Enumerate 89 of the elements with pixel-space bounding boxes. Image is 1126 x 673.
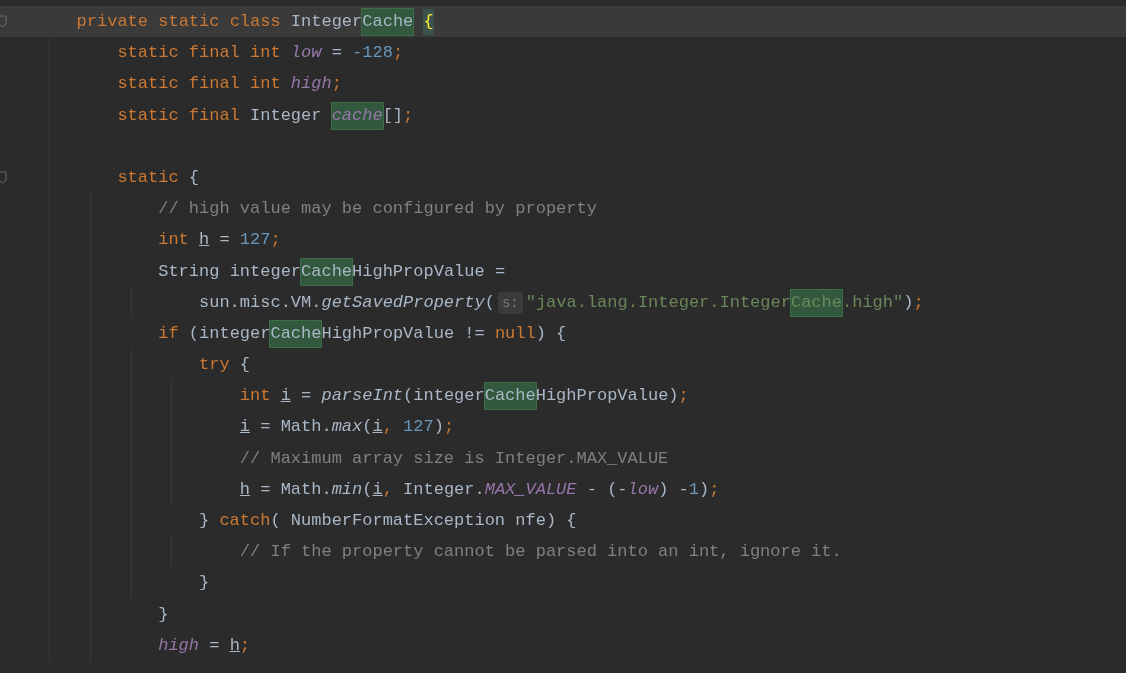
code-text: sun.misc.VM. (199, 291, 322, 314)
code-text: Integer (290, 11, 363, 33)
keyword: static final int (117, 73, 282, 96)
code-text: HighPropValue) (535, 385, 679, 408)
code-text: (integer (403, 385, 485, 408)
punctuation: ; (270, 229, 281, 252)
code-text: ( (362, 478, 373, 501)
search-match: Cache (270, 320, 322, 347)
local-variable: i (280, 385, 291, 408)
punctuation: ; (913, 291, 924, 314)
keyword: static (117, 166, 180, 189)
code-comment: // high value may be configured by property (158, 198, 597, 221)
number-literal: -128 (352, 42, 393, 65)
string-literal: .high" (841, 291, 904, 314)
code-text: = (218, 229, 231, 252)
code-text: } (158, 603, 169, 626)
punctuation: ; (392, 42, 404, 65)
search-match: Cache (301, 258, 353, 285)
code-text: ) { (535, 322, 567, 345)
keyword: null (494, 322, 536, 345)
method-call: max (331, 416, 363, 439)
keyword: static final (117, 104, 241, 127)
code-text: ) (433, 416, 444, 439)
field-name: high (290, 73, 332, 96)
code-text: ) (698, 478, 710, 501)
number-literal: 1 (688, 478, 699, 501)
method-call: getSavedProperty (321, 291, 485, 314)
local-variable: i (239, 416, 251, 439)
code-text: Integer. (403, 478, 485, 501)
search-match: Cache (484, 383, 536, 410)
field-name: MAX_VALUE (484, 478, 577, 501)
code-text: = Math. (259, 416, 332, 439)
local-variable: h (239, 478, 251, 501)
method-call: parseInt (321, 385, 404, 408)
keyword: catch (219, 510, 271, 532)
code-text: (integer (188, 322, 271, 345)
code-text: - (- (585, 478, 628, 501)
keyword: if (158, 322, 180, 345)
code-text: } (199, 510, 211, 532)
keyword: private static class (76, 11, 282, 33)
parameter-hint: s: (497, 291, 523, 314)
code-text: ) - (658, 478, 689, 501)
local-variable: h (199, 229, 210, 252)
field-name: low (290, 42, 322, 65)
code-text: { (239, 354, 251, 377)
code-text: = (208, 634, 221, 657)
search-match: Cache (362, 9, 414, 35)
code-text: { (188, 166, 200, 189)
punctuation: ; (678, 385, 689, 408)
code-text: String integer (158, 260, 302, 283)
keyword: static final int (117, 42, 282, 65)
punctuation: ; (239, 634, 251, 657)
matched-brace: { (423, 9, 434, 35)
number-literal: 127 (239, 229, 271, 252)
punctuation: ; (709, 478, 720, 501)
keyword: int (158, 229, 190, 252)
field-name: low (627, 478, 659, 501)
local-variable: i (372, 416, 383, 439)
code-text: = Math. (259, 478, 332, 501)
punctuation: , (382, 416, 394, 439)
search-match: cache (331, 102, 383, 129)
punctuation: ; (443, 416, 455, 439)
code-text: ( (362, 416, 373, 439)
keyword: int (239, 385, 272, 408)
punctuation: ; (331, 73, 342, 96)
code-text: ) (903, 291, 914, 314)
code-text: } (199, 572, 210, 595)
search-match: Cache (790, 289, 842, 316)
code-text: = (300, 385, 313, 408)
code-text: HighPropValue = (352, 260, 506, 283)
code-text: Integer (250, 104, 323, 127)
fold-marker-icon[interactable] (0, 170, 7, 184)
code-text: ( NumberFormatException nfe) { (270, 510, 577, 532)
punctuation: ; (403, 104, 414, 127)
method-call: min (331, 478, 363, 501)
punctuation: , (382, 478, 394, 501)
code-comment: // Maximum array size is Integer.MAX_VALUE (239, 447, 669, 470)
field-name: high (158, 634, 200, 657)
fold-marker-icon[interactable] (0, 15, 7, 28)
local-variable: i (372, 478, 383, 501)
code-comment: // If the property cannot be parsed into an int, ignore it. (239, 541, 842, 564)
code-text: HighPropValue != (321, 322, 486, 345)
string-literal: "java.lang.Integer.Integer (525, 291, 791, 314)
code-text: ( (484, 291, 495, 314)
number-literal: 127 (403, 416, 434, 439)
code-text: = (330, 42, 343, 65)
code-text: [] (382, 104, 404, 127)
local-variable: h (229, 634, 240, 657)
keyword: try (199, 354, 231, 377)
